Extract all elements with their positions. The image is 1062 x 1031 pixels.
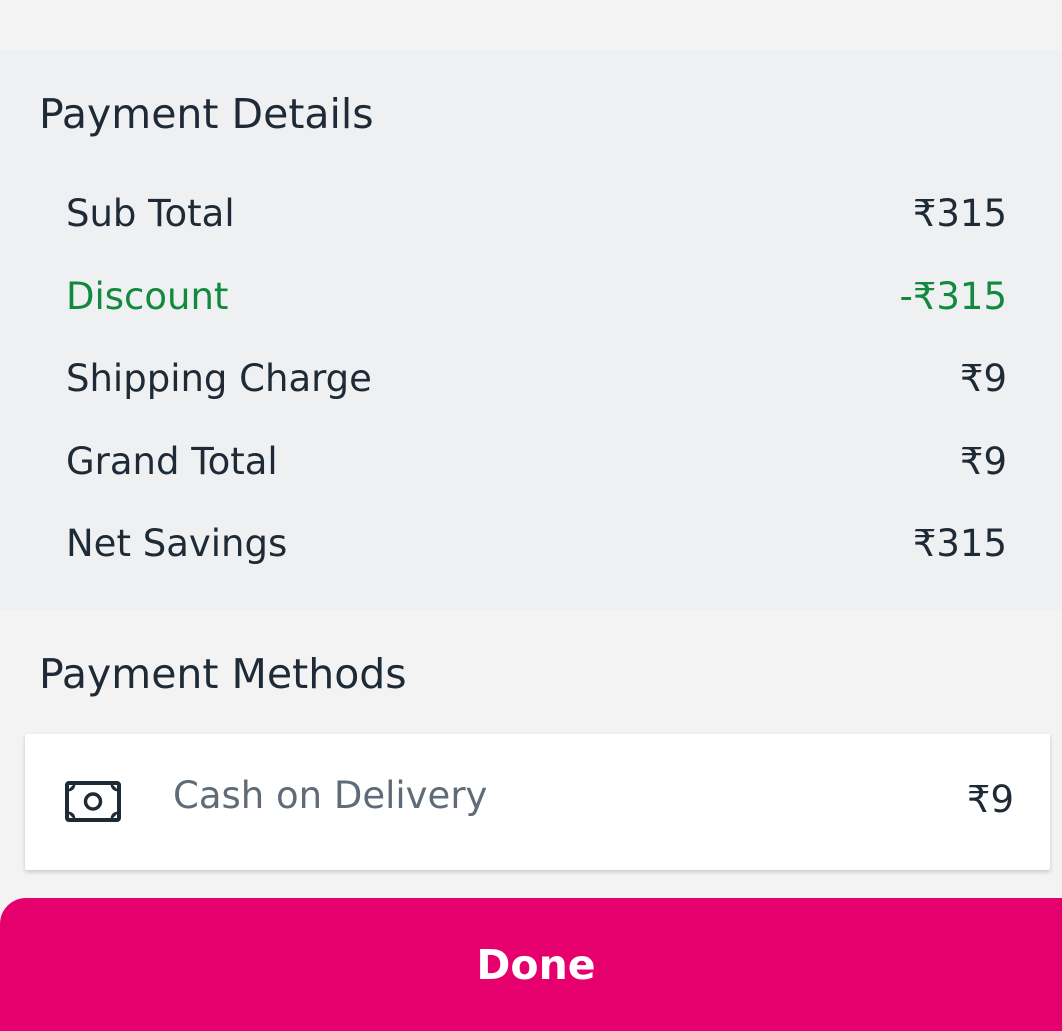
- shipping-charge-label: Shipping Charge: [66, 356, 372, 400]
- grand-total-label: Grand Total: [66, 439, 278, 483]
- payment-method-cash-on-delivery[interactable]: Cash on Delivery ₹9: [25, 734, 1050, 870]
- shipping-charge-row: Shipping Charge ₹9: [66, 352, 1007, 404]
- payment-method-label: Cash on Delivery: [173, 774, 488, 817]
- subtotal-label: Sub Total: [66, 191, 235, 235]
- discount-value: -₹315: [899, 274, 1007, 318]
- payment-methods-title: Payment Methods: [39, 650, 407, 698]
- discount-row: Discount -₹315: [66, 270, 1007, 322]
- subtotal-row: Sub Total ₹315: [66, 187, 1007, 239]
- cash-icon: [65, 781, 121, 822]
- net-savings-label: Net Savings: [66, 521, 288, 565]
- discount-label: Discount: [66, 274, 229, 318]
- done-button[interactable]: Done: [0, 898, 1062, 1031]
- grand-total-row: Grand Total ₹9: [66, 435, 1007, 487]
- grand-total-value: ₹9: [959, 439, 1007, 483]
- net-savings-value: ₹315: [912, 521, 1007, 565]
- shipping-charge-value: ₹9: [959, 356, 1007, 400]
- net-savings-row: Net Savings ₹315: [66, 517, 1007, 569]
- payment-details-title: Payment Details: [39, 90, 374, 138]
- payment-method-amount: ₹9: [966, 778, 1014, 821]
- subtotal-value: ₹315: [912, 191, 1007, 235]
